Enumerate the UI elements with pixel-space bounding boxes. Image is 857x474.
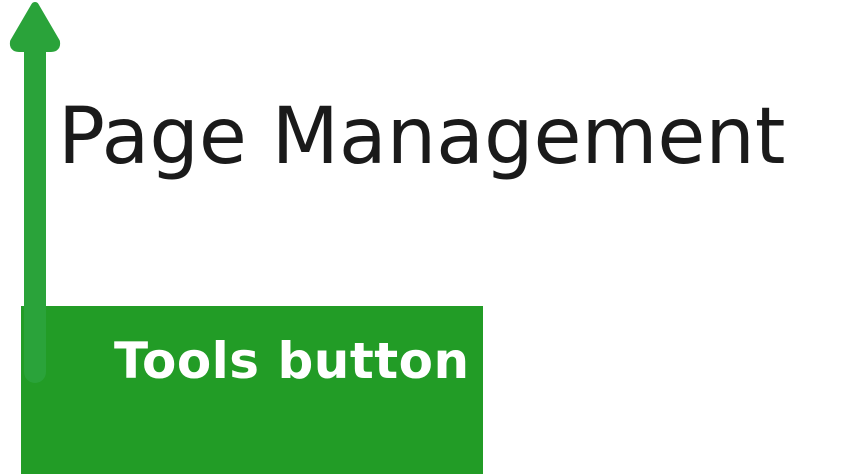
callout-label: Tools button <box>114 332 470 390</box>
page-title: Page Management <box>58 92 786 182</box>
annotated-screenshot: Page Management Tools button <box>0 0 857 474</box>
arrow-up-icon <box>9 2 61 383</box>
